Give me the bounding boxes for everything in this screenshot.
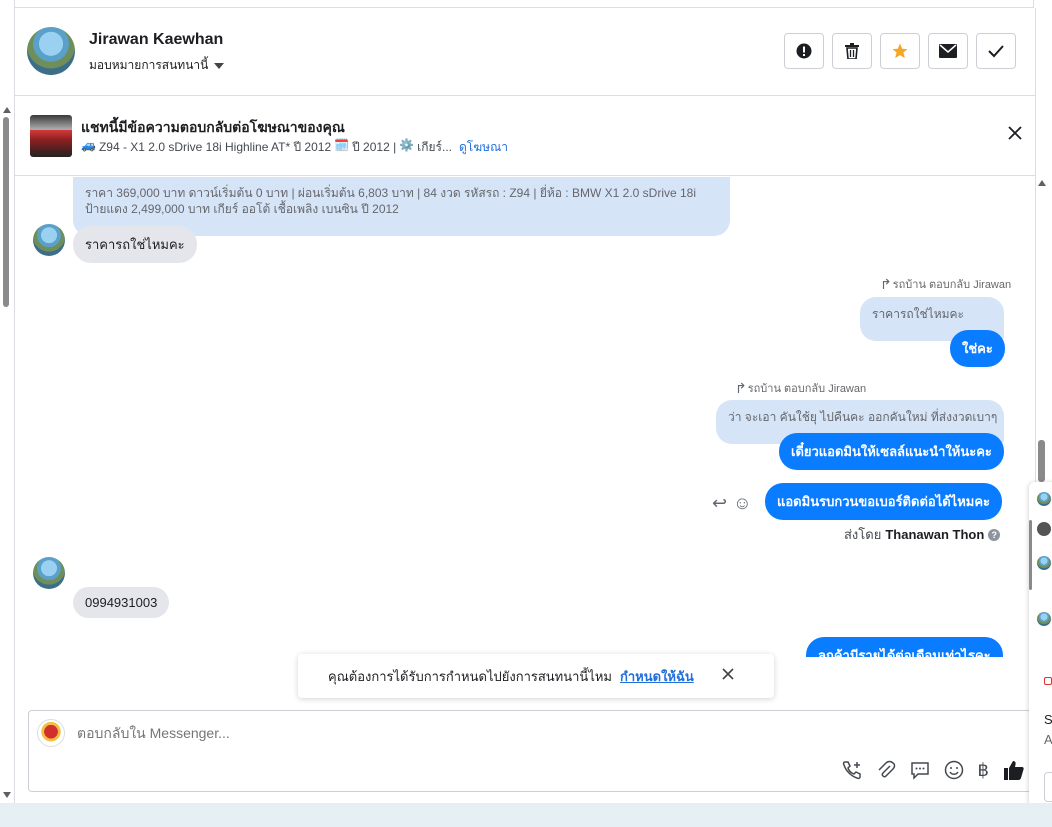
reply-arrow-icon: ↱ xyxy=(880,275,892,292)
help-icon[interactable]: ? xyxy=(988,528,1001,541)
assign-to-me-link[interactable]: กำหนดให้ฉัน xyxy=(620,666,694,687)
sent-by-label: ส่งโดย Thanawan Thon ? xyxy=(844,524,1001,545)
incoming-message[interactable]: 0994931003 xyxy=(73,587,170,618)
outgoing-message[interactable]: ใช่คะ xyxy=(950,330,1005,367)
emoji-icon[interactable] xyxy=(944,760,964,780)
chat-list-avatar[interactable] xyxy=(1037,556,1051,570)
page: Jirawan Kaewhan มอบหมายการสนทนานี้ แชทนี… xyxy=(0,0,1052,827)
gear-icon: ⚙️ xyxy=(399,138,415,152)
message-tools: ↩ ☺ xyxy=(712,493,751,514)
delete-button[interactable] xyxy=(832,33,872,69)
alert-icon xyxy=(796,43,812,59)
top-divider xyxy=(14,0,1034,8)
reply-label: ↱ รถบ้าน ตอบกลับ Jirawan xyxy=(880,275,1011,293)
outgoing-message[interactable]: ลูกค้ามีรายได้ต่อเดือนเท่าไรคะ xyxy=(806,637,1003,657)
ad-year: ปี 2012 | xyxy=(352,140,397,154)
scroll-down-icon[interactable] xyxy=(3,792,11,798)
scroll-thumb[interactable] xyxy=(1038,440,1045,482)
ad-details: 🚙 Z94 - X1 2.0 sDrive 18i Highline AT* ป… xyxy=(81,138,508,157)
close-icon xyxy=(722,668,734,680)
done-button[interactable] xyxy=(976,33,1016,69)
reply-label-text: รถบ้าน ตอบกลับ Jirawan xyxy=(892,279,1012,291)
emoji-react-icon[interactable]: ☺ xyxy=(733,493,751,514)
view-ad-link[interactable]: ดูโฆษณา xyxy=(459,138,508,157)
scroll-up-icon[interactable] xyxy=(3,107,11,113)
reply-arrow-icon: ↱ xyxy=(735,379,747,396)
check-icon xyxy=(988,45,1004,58)
attachment-icon[interactable] xyxy=(876,760,896,780)
dismiss-prompt-button[interactable] xyxy=(722,667,734,685)
saved-reply-icon[interactable] xyxy=(910,760,930,780)
side-panel: S A xyxy=(1029,482,1052,819)
composer-tools: ฿ xyxy=(842,759,1025,781)
message-input[interactable] xyxy=(77,725,677,741)
spam-button[interactable] xyxy=(784,33,824,69)
sent-by-prefix: ส่งโดย xyxy=(844,527,882,542)
outgoing-message[interactable]: แอดมินรบกวนขอเบอร์ติดต่อได้ไหมคะ xyxy=(765,483,1003,520)
message-thread: ราคา 369,000 บาท ดาวน์เริ่มต้น 0 บาท | ผ… xyxy=(15,177,1035,657)
ad-model: Z94 - X1 2.0 sDrive 18i Highline AT* ปี … xyxy=(98,140,332,154)
close-icon xyxy=(1008,126,1022,140)
ad-gear: เกียร์... xyxy=(417,140,453,154)
bottom-bar xyxy=(0,803,1052,827)
side-text: A xyxy=(1044,732,1052,747)
side-text: S xyxy=(1044,712,1052,727)
contact-avatar[interactable] xyxy=(27,27,75,75)
star-icon xyxy=(892,43,908,59)
reply-label: ↱ รถบ้าน ตอบกลับ Jirawan xyxy=(735,379,866,397)
calendar-icon: 🗓️ xyxy=(334,138,350,152)
close-banner-button[interactable] xyxy=(1008,124,1022,144)
mail-button[interactable] xyxy=(928,33,968,69)
left-scrollbar[interactable] xyxy=(0,105,14,800)
payment-icon[interactable]: ฿ xyxy=(978,760,989,781)
trash-icon xyxy=(845,43,859,59)
chat-list-avatar[interactable] xyxy=(1037,492,1051,506)
assign-dropdown[interactable]: มอบหมายการสนทนานี้ xyxy=(89,56,225,75)
chat-list-avatar[interactable] xyxy=(1037,522,1051,536)
like-icon[interactable] xyxy=(1003,759,1025,781)
ad-banner-title: แชทนี้มีข้อความตอบกลับต่อโฆษณาของคุณ xyxy=(81,119,345,135)
incoming-message[interactable]: ราคารถใช่ไหมคะ xyxy=(73,226,197,263)
assign-label: มอบหมายการสนทนานี้ xyxy=(89,58,209,72)
contact-name[interactable]: Jirawan Kaewhan xyxy=(89,31,223,49)
contact-avatar[interactable] xyxy=(33,557,65,589)
star-button[interactable] xyxy=(880,33,920,69)
ad-thumbnail[interactable] xyxy=(30,115,72,157)
alert-icon xyxy=(1044,677,1052,685)
reply-icon[interactable]: ↩ xyxy=(712,493,727,514)
chat-list-avatar[interactable] xyxy=(1037,612,1051,626)
contact-avatar[interactable] xyxy=(33,224,65,256)
car-icon: 🚙 xyxy=(81,138,96,152)
envelope-icon xyxy=(939,44,957,58)
scroll-thumb[interactable] xyxy=(3,117,9,307)
sender-name: Thanawan Thon xyxy=(885,527,985,542)
conversation-header: Jirawan Kaewhan มอบหมายการสนทนานี้ xyxy=(14,8,1036,96)
scroll-up-icon[interactable] xyxy=(1038,180,1046,186)
caret-down-icon xyxy=(214,62,225,69)
add-call-icon[interactable] xyxy=(842,760,862,780)
composer: ฿ xyxy=(28,710,1036,792)
page-avatar xyxy=(37,719,65,747)
reply-label-text: รถบ้าน ตอบกลับ Jirawan xyxy=(747,383,867,395)
side-scroll-thumb[interactable] xyxy=(1029,520,1032,590)
header-actions xyxy=(784,33,1016,69)
assign-prompt: คุณต้องการได้รับการกำหนดไปยังการสนทนานี้… xyxy=(298,654,774,698)
outgoing-message[interactable]: เดี๋ยวแอดมินให้เซลล์แนะนำให้นะคะ xyxy=(779,433,1004,470)
ad-reply-banner: แชทนี้มีข้อความตอบกลับต่อโฆษณาของคุณ 🚙 Z… xyxy=(14,96,1036,176)
assign-prompt-text: คุณต้องการได้รับการกำหนดไปยังการสนทนานี้… xyxy=(328,668,612,684)
side-button[interactable] xyxy=(1044,772,1052,802)
